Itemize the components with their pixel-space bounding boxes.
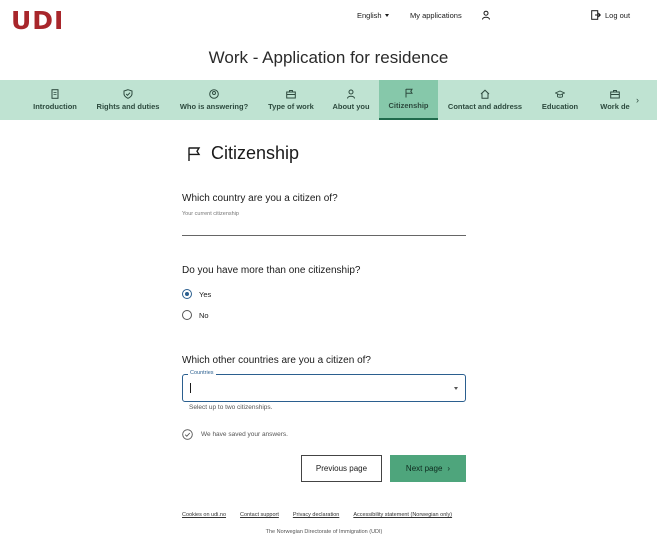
tab-label: Type of work	[268, 102, 314, 111]
person-icon	[347, 89, 355, 99]
saved-text: We have saved your answers.	[201, 431, 288, 438]
person-circle-icon	[209, 89, 219, 99]
briefcase-icon	[610, 90, 620, 99]
chevron-right-icon: ›	[447, 464, 451, 473]
countries-select[interactable]: Countries	[182, 370, 466, 402]
accessibility-statement-link[interactable]: Accessibility statement (Norwegian only)	[353, 512, 452, 518]
tab-label: Work de	[600, 102, 630, 111]
section-title: Citizenship	[211, 143, 300, 163]
language-selector[interactable]: English	[357, 11, 389, 20]
tab-label: Education	[541, 102, 579, 111]
step-navigation: Introduction Rights and duties Who is an…	[0, 80, 657, 120]
flag-icon	[405, 88, 413, 98]
radio-circle	[182, 289, 192, 299]
logout-button[interactable]: Log out	[591, 10, 630, 20]
logout-label: Log out	[605, 10, 631, 20]
radio-yes[interactable]: Yes	[182, 289, 211, 299]
section-heading: Citizenship	[186, 143, 299, 164]
countries-help-text: Select up to two citizenships.	[189, 404, 273, 411]
briefcase-icon	[286, 90, 296, 99]
radio-no[interactable]: No	[182, 310, 209, 320]
graduation-cap-icon	[555, 90, 565, 98]
text-cursor	[190, 383, 191, 393]
tab-label: Introduction	[33, 102, 77, 111]
tab-label: Citizenship	[388, 101, 429, 110]
top-header: UDI English My applications Log out	[0, 0, 657, 38]
countries-field-label: Countries	[188, 370, 216, 376]
footer-organization: The Norwegian Directorate of Immigration…	[265, 529, 383, 535]
contact-support-link[interactable]: Contact support	[240, 512, 279, 518]
country-hint: Your current citizenship	[182, 211, 239, 217]
country-question: Which country are you a citizen of?	[182, 193, 338, 204]
cookies-link[interactable]: Cookies on udi.no	[182, 512, 226, 518]
tab-introduction[interactable]: Introduction	[26, 80, 84, 120]
other-countries-question: Which other countries are you a citizen …	[182, 355, 371, 366]
radio-circle	[182, 310, 192, 320]
next-page-label: Next page	[405, 464, 443, 473]
chevron-right-icon[interactable]: ›	[636, 95, 639, 105]
house-icon	[480, 89, 490, 99]
udi-logo[interactable]: UDI	[11, 6, 64, 35]
previous-page-button[interactable]: Previous page	[301, 455, 382, 482]
chevron-down-icon	[384, 14, 389, 17]
flag-icon	[188, 146, 201, 161]
document-icon	[51, 89, 59, 99]
tab-work-details[interactable]: Work de	[592, 80, 638, 120]
page-title: Work - Application for residence	[208, 48, 449, 67]
country-input[interactable]	[182, 221, 466, 236]
radio-yes-label: Yes	[199, 289, 212, 299]
shield-check-icon	[123, 89, 133, 99]
radio-no-label: No	[199, 310, 209, 320]
check-circle-icon	[182, 429, 193, 440]
tab-label: Who is answering?	[179, 102, 249, 111]
language-label: English	[357, 11, 382, 20]
tab-rights-and-duties[interactable]: Rights and duties	[90, 80, 166, 120]
logout-icon	[591, 10, 601, 20]
tab-about-you[interactable]: About you	[326, 80, 376, 120]
chevron-down-icon[interactable]	[454, 387, 458, 390]
tab-label: About you	[332, 102, 370, 111]
tab-citizenship[interactable]: Citizenship	[379, 80, 438, 120]
multiple-citizenship-question: Do you have more than one citizenship?	[182, 265, 361, 276]
tab-type-of-work[interactable]: Type of work	[262, 80, 320, 120]
tab-label: Contact and address	[447, 102, 523, 111]
saved-status: We have saved your answers.	[182, 429, 288, 440]
user-icon[interactable]	[481, 10, 491, 20]
tab-education[interactable]: Education	[535, 80, 585, 120]
tab-who-is-answering[interactable]: Who is answering?	[172, 80, 256, 120]
my-applications-link[interactable]: My applications	[410, 11, 462, 20]
tab-label: Rights and duties	[96, 102, 160, 111]
privacy-declaration-link[interactable]: Privacy declaration	[293, 512, 339, 518]
next-page-button[interactable]: Next page ›	[390, 455, 466, 482]
footer-links: Cookies on udi.no Contact support Privac…	[182, 512, 452, 518]
tab-contact-and-address[interactable]: Contact and address	[442, 80, 528, 120]
